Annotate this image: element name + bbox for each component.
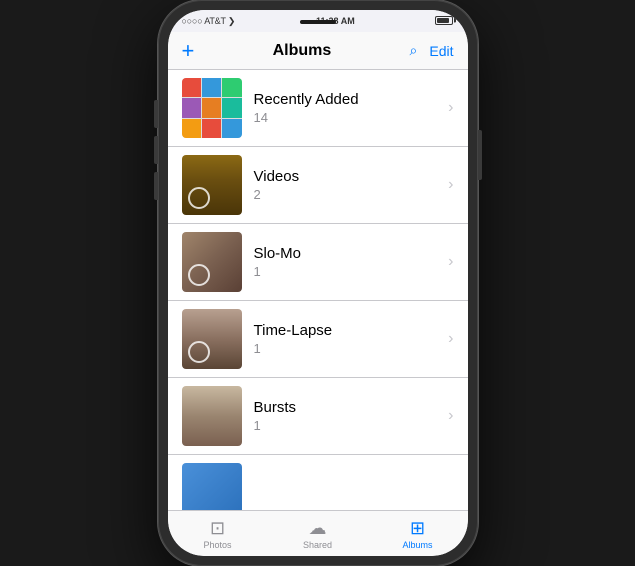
album-info: Slo-Mo 1: [242, 245, 445, 279]
photos-icon: ⊡: [210, 518, 225, 539]
album-info: Recently Added 14: [242, 91, 445, 125]
tab-albums[interactable]: ⊞ Albums: [368, 518, 468, 550]
album-thumbnail-partial: [182, 463, 242, 510]
nav-actions: ⌕ Edit: [410, 42, 454, 59]
thumb-cell: [222, 98, 241, 117]
albums-icon: ⊞: [410, 518, 425, 539]
album-count: 1: [254, 264, 445, 279]
album-item[interactable]: Bursts 1 ›: [168, 378, 468, 455]
nav-bar: + Albums ⌕ Edit: [168, 32, 468, 70]
tab-photos-label: Photos: [203, 540, 231, 550]
nav-title: Albums: [273, 42, 332, 60]
album-info: Videos 2: [242, 168, 445, 202]
album-name: Videos: [254, 168, 445, 185]
thumb-cell: [202, 98, 221, 117]
battery-label: [435, 16, 453, 27]
album-count: 1: [254, 418, 445, 433]
album-item[interactable]: Time-Lapse 1 ›: [168, 301, 468, 378]
tab-shared[interactable]: ☁ Shared: [268, 518, 368, 550]
album-thumbnail-videos: [182, 155, 242, 215]
album-thumbnail-slomo: [182, 232, 242, 292]
thumb-cell: [222, 78, 241, 97]
album-list: Recently Added 14 › Videos 2 ›: [168, 70, 468, 510]
thumb-cell: [182, 119, 201, 138]
album-item[interactable]: Videos 2 ›: [168, 147, 468, 224]
add-button[interactable]: +: [182, 40, 195, 62]
album-item[interactable]: Recently Added 14 ›: [168, 70, 468, 147]
album-name: Time-Lapse: [254, 322, 445, 339]
chevron-icon: ›: [448, 176, 453, 194]
tab-bar: ⊡ Photos ☁ Shared ⊞ Albums: [168, 510, 468, 556]
carrier-label: ○○○○ AT&T ❯: [182, 16, 236, 27]
edit-button[interactable]: Edit: [429, 43, 453, 59]
chevron-icon: ›: [448, 99, 453, 117]
thumb-cell: [202, 119, 221, 138]
thumb-cell: [222, 119, 241, 138]
album-item[interactable]: Slo-Mo 1 ›: [168, 224, 468, 301]
content-area: Recently Added 14 › Videos 2 ›: [168, 70, 468, 510]
tab-photos[interactable]: ⊡ Photos: [168, 518, 268, 550]
battery-icon: [435, 16, 453, 25]
status-icons: [435, 16, 453, 27]
thumb-cell: [182, 78, 201, 97]
album-info: Bursts 1: [242, 399, 445, 433]
thumb-cell: [182, 98, 201, 117]
chevron-icon: ›: [448, 407, 453, 425]
tab-albums-label: Albums: [402, 540, 432, 550]
thumb-cell: [202, 78, 221, 97]
album-thumbnail-bursts: [182, 386, 242, 446]
shared-icon: ☁: [309, 518, 327, 539]
album-info: Time-Lapse 1: [242, 322, 445, 356]
album-name: Bursts: [254, 399, 445, 416]
album-name: Recently Added: [254, 91, 445, 108]
battery-fill: [437, 18, 448, 23]
album-thumbnail-recently-added: [182, 78, 242, 138]
album-count: 14: [254, 110, 445, 125]
phone-frame: ○○○○ AT&T ❯ 11:28 AM + Albums ⌕ Edit: [158, 0, 478, 566]
chevron-icon: ›: [448, 253, 453, 271]
phone-inner: ○○○○ AT&T ❯ 11:28 AM + Albums ⌕ Edit: [168, 10, 468, 556]
search-icon[interactable]: ⌕: [410, 42, 418, 59]
album-thumbnail-timelapse: [182, 309, 242, 369]
album-name: Slo-Mo: [254, 245, 445, 262]
speaker: [300, 20, 336, 24]
chevron-icon: ›: [448, 330, 453, 348]
album-count: 1: [254, 341, 445, 356]
album-item-partial[interactable]: [168, 455, 468, 510]
album-count: 2: [254, 187, 445, 202]
screen: ○○○○ AT&T ❯ 11:28 AM + Albums ⌕ Edit: [168, 10, 468, 556]
tab-shared-label: Shared: [303, 540, 332, 550]
